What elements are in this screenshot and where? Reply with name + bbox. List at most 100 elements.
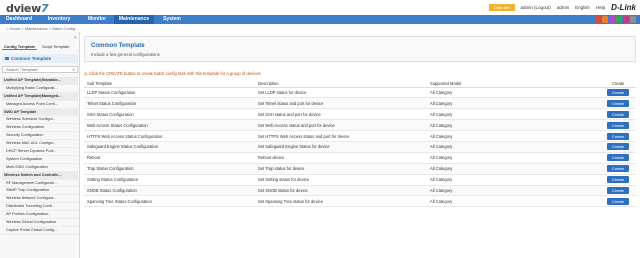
create-cell: Create (600, 97, 636, 110)
event-icon[interactable] (609, 16, 615, 23)
template-header: Common Template Include a few general co… (84, 36, 636, 62)
create-cell: Create (600, 108, 636, 121)
table-row: SNOB Status Configuration Set SNOB status… (84, 185, 636, 197)
brand-logo: D-Link (611, 3, 636, 12)
description-cell: Set LLDP status for device (255, 87, 427, 99)
warning-icon[interactable] (602, 16, 608, 23)
help-link[interactable]: Help (596, 5, 605, 10)
sidebar-group[interactable]: Wireless Switch and Controlle... (2, 171, 78, 180)
collapse-icon[interactable]: « (74, 35, 77, 41)
sidebar-item[interactable]: Multi-SSID Configuration (2, 164, 78, 172)
create-button[interactable]: Create (607, 197, 629, 205)
sidebar-item[interactable]: Wireless Network Configura... (2, 195, 78, 204)
sub-template-cell: Web Access Status Configuration (84, 119, 255, 132)
model-cell: All Category (427, 87, 600, 99)
create-button[interactable]: Create (607, 88, 629, 96)
table-row: Web Access Status Configuration Set Web A… (84, 119, 636, 132)
description-cell: Set Spanning Tree status for device (255, 195, 427, 208)
sidebar-item[interactable]: AP Profiles Configuration (2, 211, 78, 220)
page-subtitle: Include a few general configurations (91, 52, 160, 57)
description-cell: Set SNOB status for device (255, 185, 427, 197)
message-icon[interactable] (623, 16, 629, 23)
settings-icon[interactable] (630, 16, 636, 23)
tab-dashboard[interactable]: Dashboard (2, 15, 36, 24)
breadcrumb: ⌂ Home > Maintenance > Batch Config (6, 26, 76, 31)
description-cell: Set Web Access status and port for devic… (255, 119, 427, 132)
page-title: Common Template (91, 43, 145, 49)
tab-system[interactable]: System (158, 15, 186, 24)
app-logo[interactable]: dview7 (6, 2, 49, 15)
table-row: Safeguard Engine Status Configuration Set… (84, 141, 636, 153)
tab-inventory[interactable]: Inventory (42, 15, 76, 24)
sidebar-item[interactable]: Wireless Global Configuration (2, 219, 78, 227)
column-header: Create (600, 80, 636, 88)
sidebar-item[interactable]: Distributed Tunneling Confi... (2, 203, 78, 212)
license-badge[interactable]: Days left (488, 4, 515, 11)
template-table: Sub Template Description Supported Model… (84, 80, 636, 208)
create-cell: Create (600, 185, 636, 197)
sidebar-item[interactable]: Wireless MAC ACL Configur... (2, 140, 78, 149)
sidebar-item[interactable]: Wireless Schedule Configur... (2, 116, 78, 125)
sidebar-group[interactable]: SWD AP Template (2, 108, 78, 117)
folder-icon (5, 57, 9, 60)
sidebar-tabs: Config Template Script Template (2, 43, 78, 50)
table-header: Sub Template Description Supported Model… (84, 80, 636, 88)
create-button[interactable]: Create (607, 99, 629, 107)
table-row: SSH Status Configuration Set SSH status a… (84, 108, 636, 121)
create-button[interactable]: Create (607, 110, 629, 118)
tab-config-template[interactable]: Config Template (2, 43, 38, 50)
create-button[interactable]: Create (607, 176, 629, 184)
sidebar-item[interactable]: Security Configuration (2, 132, 78, 141)
tab-monitor[interactable]: Monitor (82, 15, 112, 24)
create-cell: Create (600, 119, 636, 132)
sidebar-item[interactable]: Managed Access Point Confi... (2, 101, 78, 109)
create-button[interactable]: Create (607, 154, 629, 162)
create-button[interactable]: Create (607, 165, 629, 173)
sidebar-search-input[interactable]: Search "Template" ⌕ (2, 66, 78, 73)
create-cell: Create (600, 87, 636, 99)
create-cell: Create (600, 141, 636, 153)
sidebar-group[interactable]: Unified AP Template(Standalo... (2, 77, 78, 85)
sidebar-item[interactable]: RF Management Configurati... (2, 180, 78, 188)
sidebar-item[interactable]: Multiplying Radio Configurati... (2, 85, 78, 93)
create-button[interactable]: Create (607, 132, 629, 140)
description-cell: Set HTTPS Web Access status and port for… (255, 130, 427, 142)
top-right-controls: Days left admin (Logout) admin English H… (488, 3, 636, 12)
description-cell: Set Trap status for device (255, 163, 427, 175)
model-cell: All Category (427, 141, 600, 153)
sub-template-cell: Reboot (84, 152, 255, 164)
sidebar: « Config Template Script Template Common… (0, 32, 80, 258)
model-cell: All Category (427, 108, 600, 121)
sub-template-cell: SSH Status Configuration (84, 108, 255, 121)
sidebar-group[interactable]: Unified AP Template(Managed... (2, 92, 78, 101)
info-icon[interactable] (616, 16, 622, 23)
model-cell: All Category (427, 97, 600, 110)
description-cell: Set Telnet status and port for device (255, 97, 427, 110)
table-row: Telnet Status Configuration Set Telnet st… (84, 97, 636, 110)
user-logout-link[interactable]: admin (Logout) (521, 5, 551, 10)
tab-maintenance[interactable]: Maintenance (114, 15, 154, 24)
model-cell: All Category (427, 130, 600, 142)
model-cell: All Category (427, 185, 600, 197)
description-cell: Set SSH status and port for device (255, 108, 427, 121)
hint-text: ⚠ Click the CREATE button to create batc… (84, 71, 261, 76)
create-button[interactable]: Create (607, 186, 629, 194)
create-cell: Create (600, 163, 636, 175)
sub-template-cell: Safeguard Engine Status Configuration (84, 141, 255, 153)
model-cell: All Category (427, 152, 600, 164)
sidebar-item[interactable]: Captive Portal Global Config... (2, 227, 78, 235)
language-select[interactable]: English (575, 5, 590, 10)
sidebar-item[interactable]: SNMP Trap Configuration (2, 187, 78, 196)
sub-template-cell: SNOB Status Configuration (84, 185, 255, 197)
user-menu[interactable]: admin (557, 5, 569, 10)
create-button[interactable]: Create (607, 143, 629, 151)
sidebar-current-item[interactable]: Common Template (2, 54, 78, 63)
sidebar-item[interactable]: DHCP Server Dynamic Pool... (2, 148, 78, 156)
column-header: Sub Template (84, 80, 255, 88)
tab-script-template[interactable]: Script Template (40, 43, 72, 50)
sidebar-item[interactable]: Wireless Configuration (2, 124, 78, 133)
create-button[interactable]: Create (607, 121, 629, 129)
sidebar-item[interactable]: System Configuration (2, 156, 78, 164)
search-icon[interactable]: ⌕ (72, 67, 75, 73)
alert-icon[interactable] (595, 16, 601, 23)
